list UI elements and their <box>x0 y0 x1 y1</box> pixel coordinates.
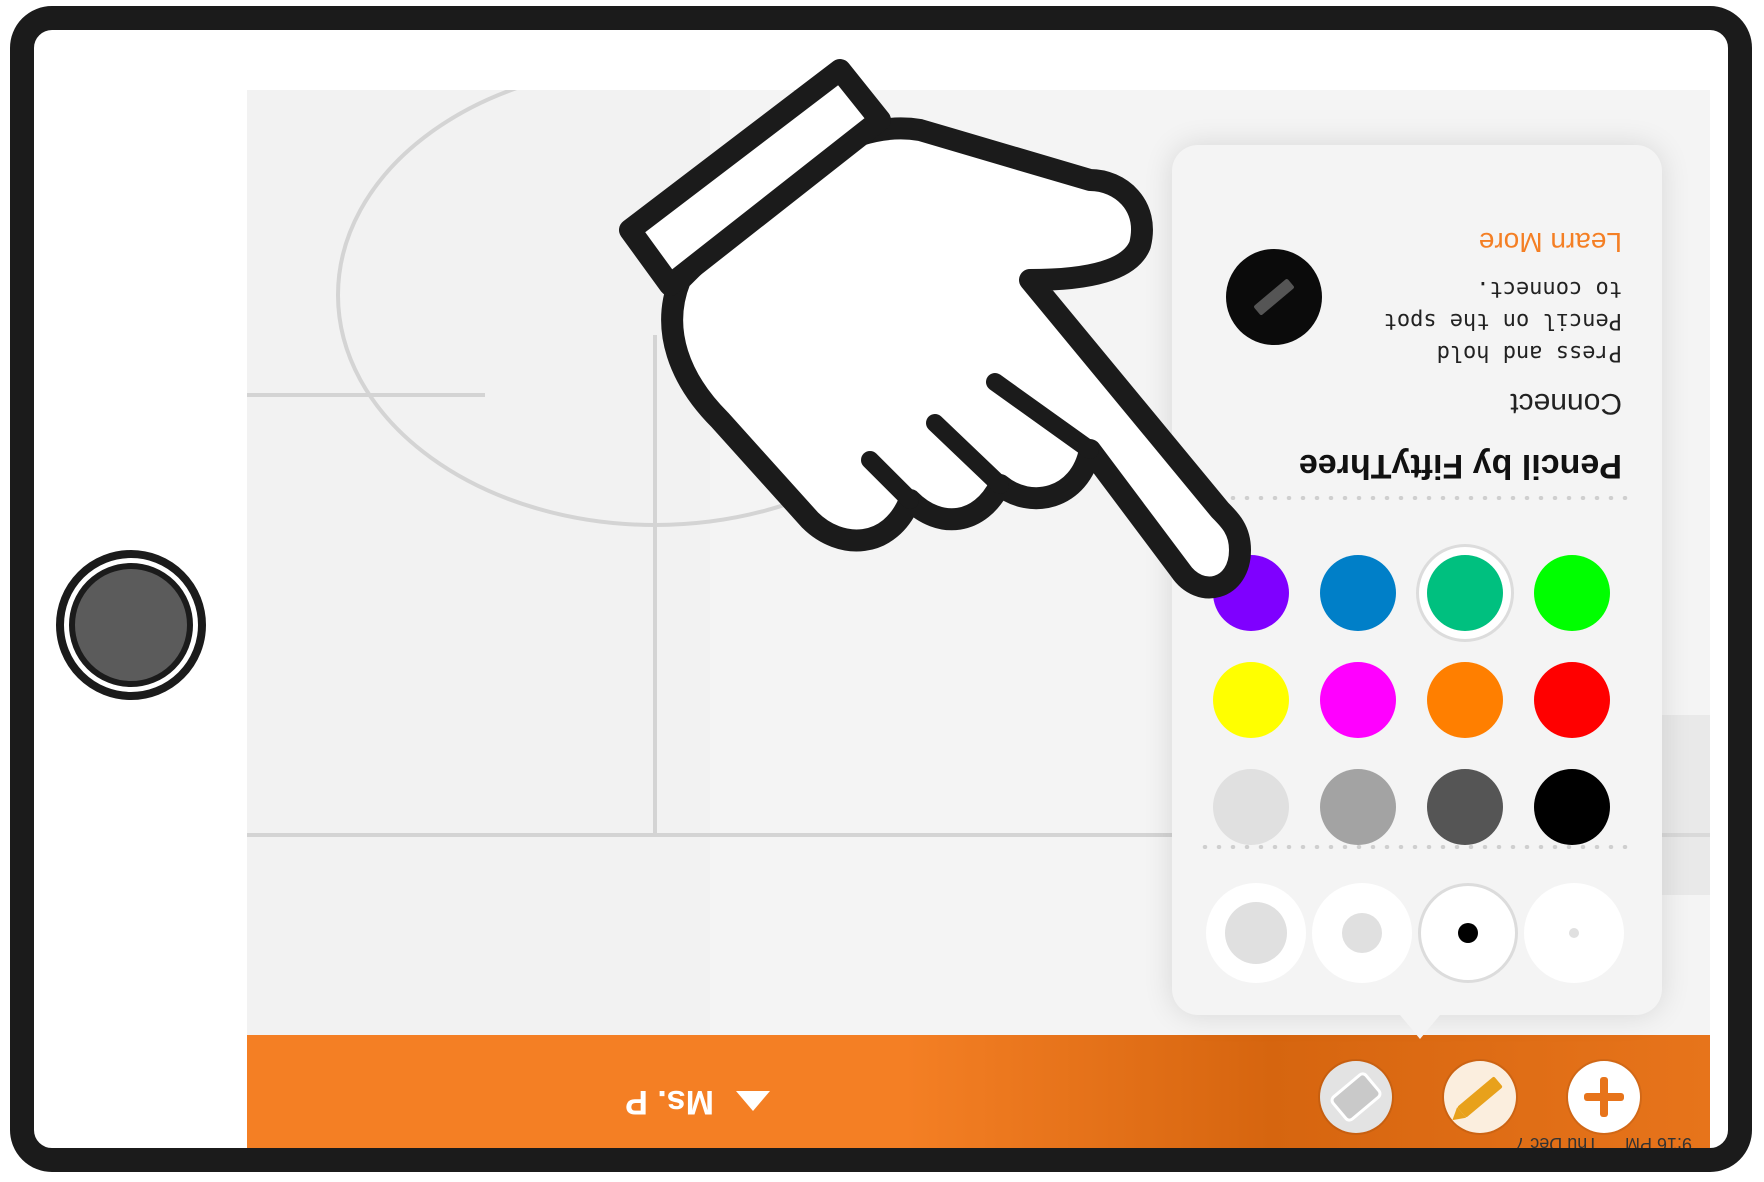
color-swatch-dark-gray[interactable] <box>1427 769 1503 845</box>
size-option-large[interactable] <box>1206 883 1306 983</box>
bottom-toolbar: 9:16 PM Thu Dec 7 Ms. P <box>247 1035 1710 1154</box>
brush-size-row <box>1204 883 1624 983</box>
color-swatch-green[interactable] <box>1534 555 1610 631</box>
status-date: Thu Dec 7 <box>1515 1134 1599 1154</box>
color-swatch-teal[interactable] <box>1427 555 1503 631</box>
connect-description: Press and hold Pencil on the spot to con… <box>1383 276 1622 365</box>
user-name: Ms. P <box>625 1083 714 1121</box>
caret-down-icon <box>736 1091 770 1112</box>
color-swatch-blue[interactable] <box>1320 555 1396 631</box>
pencil-tool-button[interactable] <box>1444 1061 1516 1133</box>
color-swatch-yellow[interactable] <box>1213 662 1289 738</box>
color-swatch-black[interactable] <box>1534 769 1610 845</box>
home-button[interactable] <box>56 550 206 700</box>
color-swatch-gray[interactable] <box>1320 769 1396 845</box>
size-option-small[interactable] <box>1418 883 1518 983</box>
color-swatch-red[interactable] <box>1534 662 1610 738</box>
pencil-icon <box>1457 1076 1503 1118</box>
home-button-inner <box>69 563 193 687</box>
size-option-medium[interactable] <box>1312 883 1412 983</box>
status-time: 9:16 PM <box>1624 1134 1692 1154</box>
eraser-icon <box>1328 1069 1384 1125</box>
divider <box>1202 845 1632 849</box>
status-bar: 9:16 PM Thu Dec 7 <box>247 1133 1710 1154</box>
pointing-hand-icon <box>619 59 1251 599</box>
user-menu[interactable]: Ms. P <box>625 1082 770 1121</box>
size-option-extra-small[interactable] <box>1524 883 1624 983</box>
add-button[interactable] <box>1568 1061 1640 1133</box>
popover-arrow <box>1400 1015 1440 1039</box>
color-swatch-magenta[interactable] <box>1320 662 1396 738</box>
eraser-tool-button[interactable] <box>1320 1061 1392 1133</box>
color-swatch-orange[interactable] <box>1427 662 1503 738</box>
color-swatch-light-gray[interactable] <box>1213 769 1289 845</box>
